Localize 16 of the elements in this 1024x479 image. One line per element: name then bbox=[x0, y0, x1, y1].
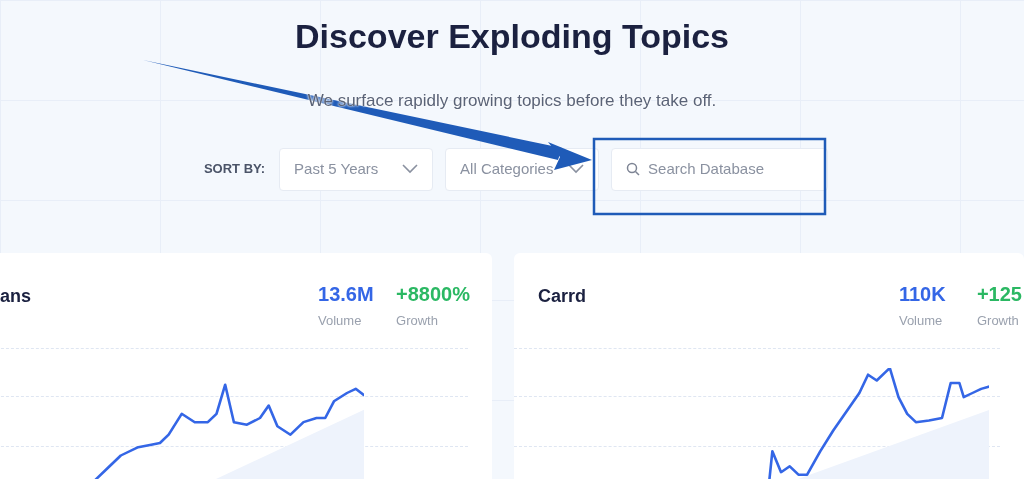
topic-title: Carrd bbox=[538, 284, 586, 308]
topic-title: ans bbox=[0, 284, 32, 308]
growth-label: Growth bbox=[396, 311, 439, 330]
growth-label: Growth bbox=[976, 311, 1020, 330]
growth-value: +125 bbox=[976, 281, 1022, 307]
page-title: Discover Exploding Topics bbox=[295, 16, 729, 57]
volume-label: Volume bbox=[898, 311, 944, 330]
volume-label: Volume bbox=[318, 311, 363, 330]
search-input[interactable]: Search Database bbox=[648, 157, 809, 181]
topic-card[interactable]: Carrd 110K Volume +125 Growth bbox=[514, 252, 1024, 479]
growth-value: +8800% bbox=[396, 281, 470, 307]
sort-label: SORT BY: bbox=[203, 160, 266, 179]
search-field[interactable]: Search Database bbox=[611, 147, 829, 191]
volume-value: 110K bbox=[898, 281, 947, 307]
topic-card[interactable]: ans 13.6M Volume +8800% Growth bbox=[0, 252, 492, 479]
volume-value: 13.6M bbox=[318, 281, 375, 307]
